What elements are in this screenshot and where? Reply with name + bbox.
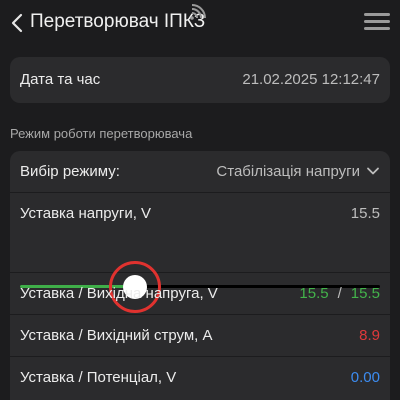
voltage-setpoint-value: 15.5 bbox=[350, 205, 380, 222]
mode-card: Вибір режиму: Стабілізація напруги Устав… bbox=[10, 151, 390, 400]
value-separator: / bbox=[337, 285, 342, 302]
output-current-row: Уставка / Вихідний струм, A 8.9 bbox=[10, 315, 390, 357]
voltage-setpoint-row: Уставка напруги, V 15.5 bbox=[10, 193, 390, 313]
output-voltage-values: 15.5 / 15.5 bbox=[299, 285, 380, 302]
chevron-down-icon[interactable] bbox=[366, 164, 380, 178]
voltage-setpoint-label: Уставка напруги, V bbox=[20, 205, 152, 222]
mode-select-row[interactable]: Вибір режиму: Стабілізація напруги bbox=[10, 151, 390, 193]
menu-button[interactable] bbox=[364, 10, 390, 36]
chevron-left-icon bbox=[11, 13, 23, 33]
mode-select-value[interactable]: Стабілізація напруги bbox=[216, 163, 360, 180]
datetime-value: 21.02.2025 12:12:47 bbox=[242, 71, 380, 88]
wifi-icon bbox=[190, 4, 206, 20]
datetime-card: Дата та час 21.02.2025 12:12:47 bbox=[10, 57, 390, 103]
datetime-label: Дата та час bbox=[20, 71, 101, 88]
potential-value: 0.00 bbox=[350, 369, 380, 386]
output-voltage-actual: 15.5 bbox=[350, 285, 380, 302]
potential-label: Уставка / Потенціал, V bbox=[20, 369, 177, 386]
output-voltage-row: Уставка / Вихідна напруга, V 15.5 / 15.5 bbox=[10, 273, 390, 315]
potential-row: Уставка / Потенціал, V 0.00 bbox=[10, 357, 390, 400]
back-button[interactable] bbox=[8, 10, 30, 36]
section-caption: Режим роботи перетворювача bbox=[10, 126, 193, 141]
output-voltage-setpoint: 15.5 bbox=[299, 285, 329, 302]
mode-select-label: Вибір режиму: bbox=[20, 163, 120, 180]
hamburger-menu-icon bbox=[364, 13, 390, 30]
page-title: Перетворювач ІПКЗ bbox=[30, 11, 206, 32]
output-voltage-label: Уставка / Вихідна напруга, V bbox=[20, 285, 218, 302]
output-current-value: 8.9 bbox=[359, 327, 380, 344]
output-current-label: Уставка / Вихідний струм, A bbox=[20, 327, 213, 344]
app-header: Перетворювач ІПКЗ bbox=[0, 0, 400, 46]
